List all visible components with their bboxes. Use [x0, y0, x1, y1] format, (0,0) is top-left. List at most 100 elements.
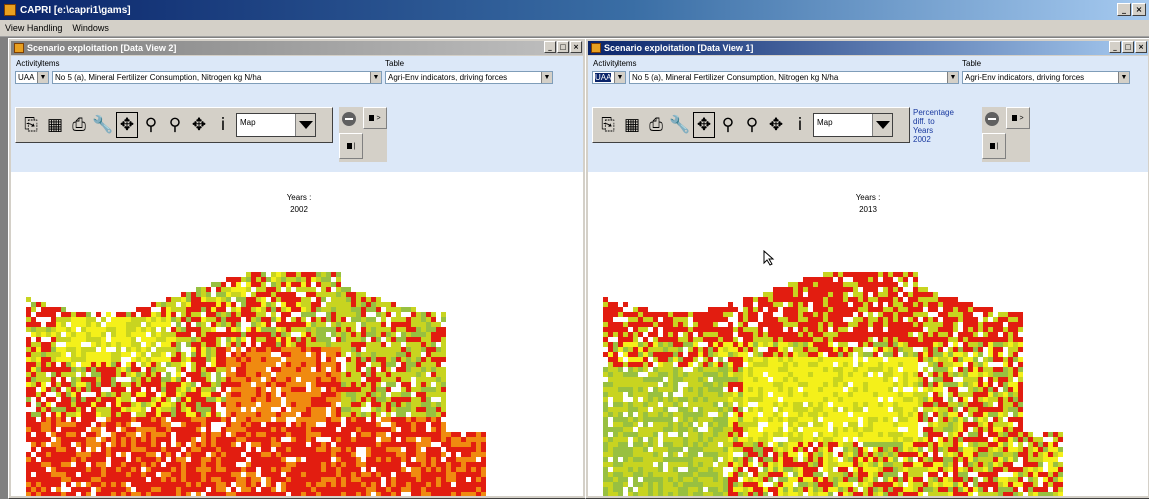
stop-icon[interactable]: [342, 112, 356, 126]
chevron-down-icon[interactable]: ▼: [541, 72, 552, 83]
map-cell: [426, 377, 431, 382]
info-icon[interactable]: ⅰ: [212, 112, 234, 138]
map-cell: [718, 332, 723, 337]
map-canvas[interactable]: Years : 2013: [588, 172, 1148, 496]
map-cell: [166, 472, 171, 477]
copy-icon[interactable]: ⎘: [20, 112, 42, 138]
menu-view-handling[interactable]: View Handling: [5, 23, 62, 33]
map-cell: [678, 432, 683, 437]
map-cell: [673, 342, 678, 347]
prev-page-button[interactable]: |: [339, 133, 363, 159]
map-cell: [416, 487, 421, 492]
map-cell: [346, 437, 351, 442]
map-cell: [366, 387, 371, 392]
table-select[interactable]: Agri-Env indicators, driving forces ▼: [385, 71, 553, 84]
map-cell: [683, 332, 688, 337]
map-cell: [211, 397, 216, 402]
chevron-down-icon[interactable]: ▼: [37, 72, 48, 83]
maximize-button[interactable]: □: [1122, 41, 1134, 53]
zoom-in-icon[interactable]: ⚲: [140, 112, 162, 138]
map-cell: [441, 482, 446, 487]
copy-icon[interactable]: ⎘: [597, 112, 619, 138]
app-close-button[interactable]: ×: [1132, 3, 1146, 16]
zoom-extent-icon[interactable]: ✥: [116, 112, 138, 138]
map-cell: [421, 477, 426, 482]
zoom-out-icon[interactable]: ⚲: [741, 112, 763, 138]
map-cell: [336, 482, 341, 487]
minimize-button[interactable]: _: [1109, 41, 1121, 53]
view-type-select[interactable]: Map: [236, 113, 316, 137]
map-cell: [406, 362, 411, 367]
map-cell: [803, 287, 808, 292]
map-cell: [648, 342, 653, 347]
data-view-1-titlebar[interactable]: Scenario exploitation [Data View 1] _ □ …: [588, 41, 1148, 55]
view-type-select[interactable]: Map: [813, 113, 893, 137]
map-cell: [823, 272, 828, 277]
chevron-down-icon[interactable]: [872, 114, 892, 136]
wrench-icon[interactable]: 🔧: [669, 112, 691, 138]
map-cell: [693, 477, 698, 482]
print-icon[interactable]: ⎙: [68, 112, 90, 138]
info-icon[interactable]: ⅰ: [789, 112, 811, 138]
chevron-down-icon[interactable]: ▼: [1118, 72, 1129, 83]
chevron-down-icon[interactable]: [295, 114, 315, 136]
map-canvas[interactable]: Years : 2002: [11, 172, 583, 496]
pan-icon[interactable]: ✥: [188, 112, 210, 138]
export-table-icon[interactable]: ▦: [44, 112, 66, 138]
map-cell: [778, 332, 783, 337]
app-minimize-button[interactable]: _: [1117, 3, 1131, 16]
map-cell: [151, 322, 156, 327]
pan-icon[interactable]: ✥: [765, 112, 787, 138]
map-cell: [698, 487, 703, 492]
map-cell: [81, 397, 86, 402]
close-button[interactable]: ×: [570, 41, 582, 53]
prev-page-button[interactable]: |: [982, 133, 1006, 159]
map-cell: [813, 452, 818, 457]
chevron-down-icon[interactable]: ▼: [370, 72, 381, 83]
zoom-out-icon[interactable]: ⚲: [164, 112, 186, 138]
stop-icon[interactable]: [985, 112, 999, 126]
activity-select[interactable]: UAA ▼: [15, 71, 49, 84]
chevron-down-icon[interactable]: ▼: [614, 72, 625, 83]
data-view-2-titlebar[interactable]: Scenario exploitation [Data View 2] _ □ …: [11, 41, 583, 55]
maximize-button[interactable]: □: [557, 41, 569, 53]
map-cell: [291, 387, 296, 392]
map-cell: [753, 362, 758, 367]
map-cell: [466, 462, 471, 467]
items-select[interactable]: No 5 (a), Mineral Fertilizer Consumption…: [52, 71, 382, 84]
map-cell: [633, 357, 638, 362]
map-cell: [748, 482, 753, 487]
map-cell: [71, 477, 76, 482]
map-cell: [281, 492, 286, 496]
zoom-extent-icon[interactable]: ✥: [693, 112, 715, 138]
map-cell: [411, 467, 416, 472]
next-page-button[interactable]: >: [363, 107, 387, 129]
map-cell: [633, 322, 638, 327]
map-cell: [768, 477, 773, 482]
map-cell: [643, 482, 648, 487]
export-table-icon[interactable]: ▦: [621, 112, 643, 138]
map-cell: [838, 342, 843, 347]
map-cell: [818, 322, 823, 327]
minimize-button[interactable]: _: [544, 41, 556, 53]
choropleth-map[interactable]: [588, 172, 1148, 496]
map-cell: [236, 277, 241, 282]
menu-windows[interactable]: Windows: [72, 23, 109, 33]
choropleth-map[interactable]: [11, 172, 583, 496]
print-icon[interactable]: ⎙: [645, 112, 667, 138]
zoom-in-icon[interactable]: ⚲: [717, 112, 739, 138]
map-cell: [41, 367, 46, 372]
map-cell: [111, 492, 116, 496]
items-select[interactable]: No 5 (a), Mineral Fertilizer Consumption…: [629, 71, 959, 84]
map-cell: [146, 317, 151, 322]
map-cell: [778, 472, 783, 477]
map-cell: [296, 397, 301, 402]
next-page-button[interactable]: >: [1006, 107, 1030, 129]
wrench-icon[interactable]: 🔧: [92, 112, 114, 138]
activity-select[interactable]: UAA ▼: [592, 71, 626, 84]
close-button[interactable]: ×: [1135, 41, 1147, 53]
map-cell: [813, 327, 818, 332]
chevron-down-icon[interactable]: ▼: [947, 72, 958, 83]
table-select[interactable]: Agri-Env indicators, driving forces ▼: [962, 71, 1130, 84]
map-cell: [186, 307, 191, 312]
